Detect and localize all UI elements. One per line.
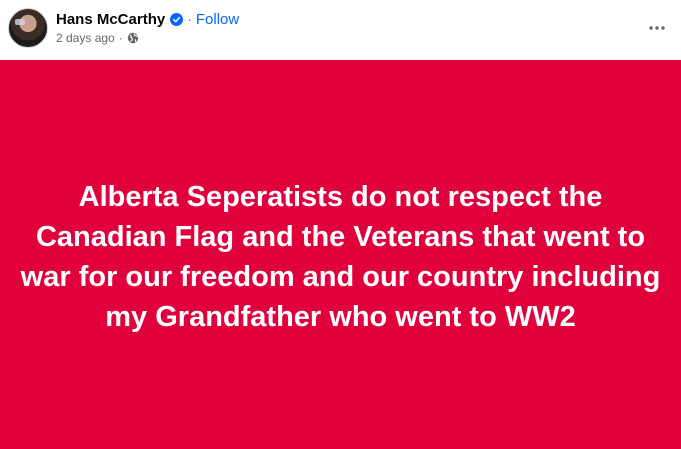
post-meta: 2 days ago · <box>56 31 139 45</box>
more-options-button[interactable] <box>643 12 671 40</box>
verified-badge-icon <box>170 12 184 26</box>
author-avatar[interactable] <box>8 8 48 48</box>
follow-button[interactable]: Follow <box>196 11 239 28</box>
facebook-post: Hans McCarthy · Follow 2 days ago · Albe… <box>0 0 681 449</box>
globe-icon[interactable] <box>127 32 139 44</box>
meta-separator: · <box>118 31 123 45</box>
author-name-row: Hans McCarthy · Follow <box>56 9 239 29</box>
post-timestamp[interactable]: 2 days ago <box>56 31 115 45</box>
avatar-glare <box>15 19 25 25</box>
more-options-icon <box>649 17 665 35</box>
post-text-background[interactable]: Alberta Seperatists do not respect the C… <box>0 60 681 449</box>
post-header: Hans McCarthy · Follow 2 days ago · <box>0 0 681 60</box>
author-name[interactable]: Hans McCarthy <box>56 11 165 28</box>
follow-separator: · <box>187 11 192 27</box>
post-text: Alberta Seperatists do not respect the C… <box>20 180 661 333</box>
